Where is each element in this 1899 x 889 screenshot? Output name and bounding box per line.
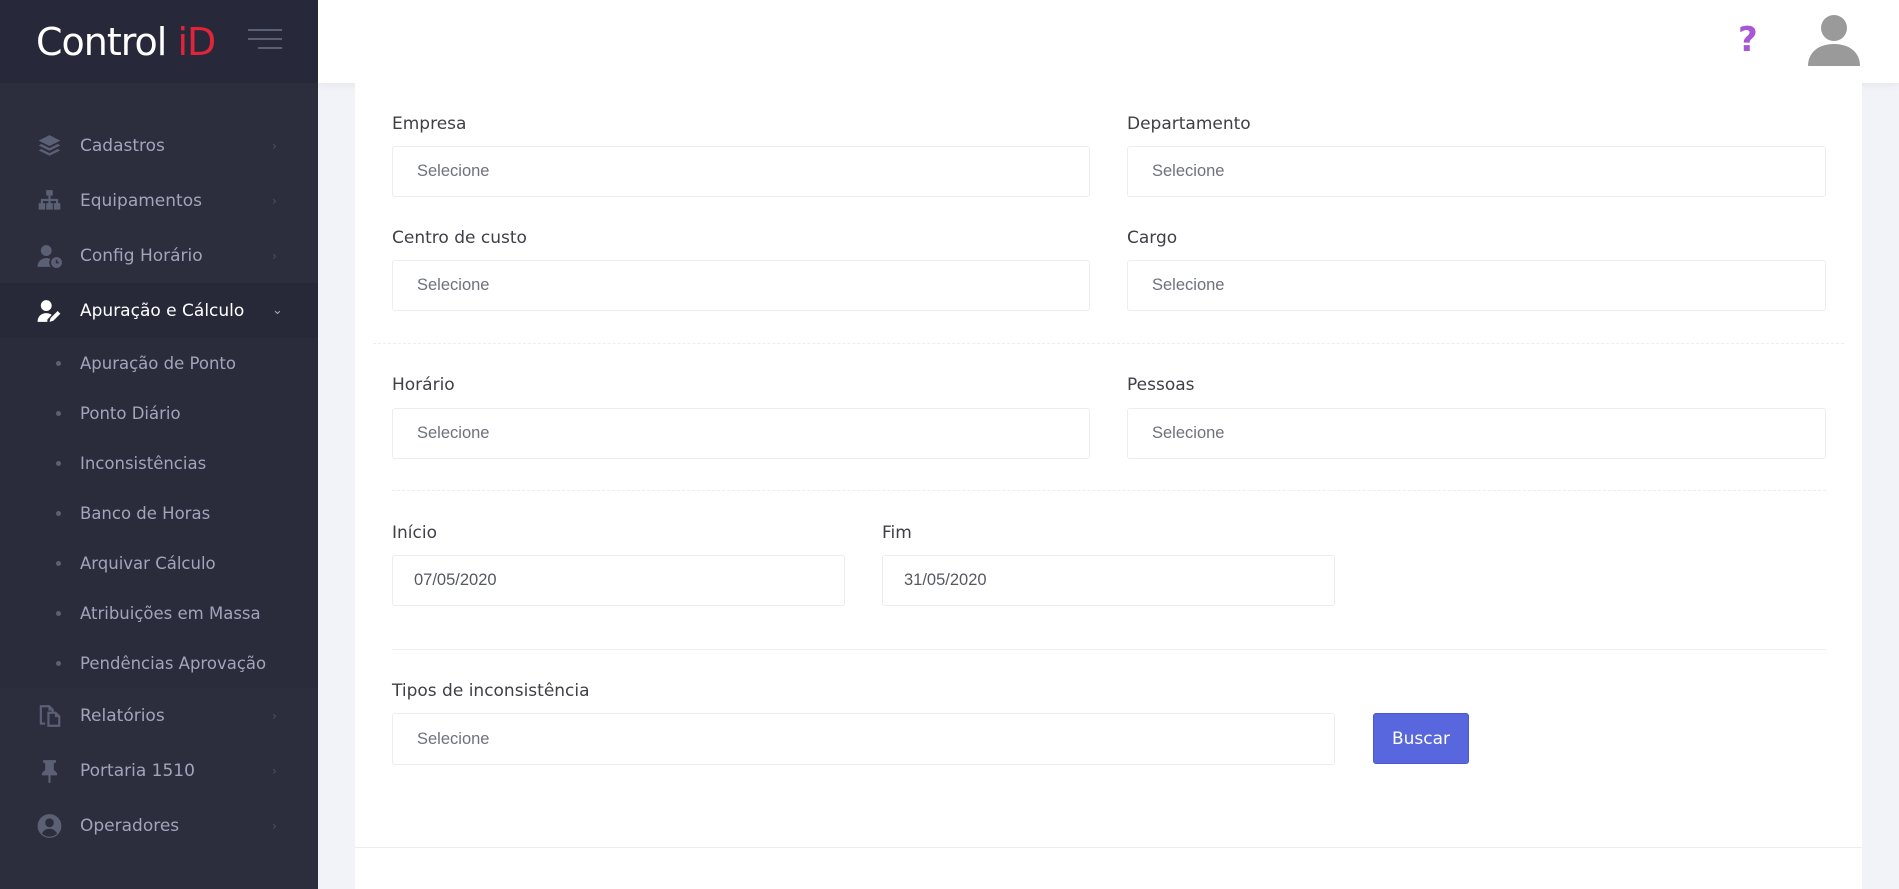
tipos-de-inconsistencia-placeholder: Selecione xyxy=(417,729,490,748)
fim-date-input[interactable]: 31/05/2020 xyxy=(882,555,1335,606)
sidebar-item-portaria-1510[interactable]: Portaria 1510 › xyxy=(0,743,318,798)
section-divider xyxy=(373,343,1844,344)
submenu-item-banco-de-horas[interactable]: Banco de Horas xyxy=(0,488,318,538)
files-icon xyxy=(39,705,61,727)
bullet-icon xyxy=(56,461,61,466)
question-mark-icon[interactable]: ? xyxy=(1738,20,1758,60)
top-header: ? xyxy=(318,0,1899,83)
chevron-down-icon: ⌄ xyxy=(272,303,283,318)
bullet-icon xyxy=(56,561,61,566)
horario-placeholder: Selecione xyxy=(417,424,490,442)
user-clock-icon xyxy=(37,245,62,268)
fim-value: 31/05/2020 xyxy=(904,571,987,589)
bullet-icon xyxy=(56,411,61,416)
submenu-item-label: Inconsistências xyxy=(80,453,207,473)
bullet-icon xyxy=(56,511,61,516)
filter-card: Empresa Selecione Departamento Selecione… xyxy=(355,83,1862,889)
bullet-icon xyxy=(56,361,61,366)
logo[interactable]: Control iD xyxy=(36,19,216,64)
empresa-select[interactable]: Selecione xyxy=(392,146,1090,197)
submenu-apuracao: Apuração de Ponto Ponto Diário Inconsist… xyxy=(0,338,318,688)
hamburger-menu-icon[interactable] xyxy=(248,29,282,51)
sidebar-item-label: Equipamentos xyxy=(80,190,202,211)
user-edit-icon xyxy=(37,300,61,322)
fim-label: Fim xyxy=(882,523,912,543)
submenu-item-atribuicoes-em-massa[interactable]: Atribuições em Massa xyxy=(0,588,318,638)
bullet-icon xyxy=(56,661,61,666)
layers-icon xyxy=(38,135,61,156)
sidebar-item-config-horario[interactable]: Config Horário › xyxy=(0,228,318,283)
section-divider xyxy=(392,490,1826,491)
submenu-item-inconsistencias[interactable]: Inconsistências xyxy=(0,438,318,488)
submenu-item-label: Apuração de Ponto xyxy=(80,353,236,373)
inicio-label: Início xyxy=(392,523,437,543)
sidebar-item-label: Portaria 1510 xyxy=(80,760,195,781)
logo-accent-text: iD xyxy=(177,19,216,64)
submenu-item-apuracao-de-ponto[interactable]: Apuração de Ponto xyxy=(0,338,318,388)
pessoas-label: Pessoas xyxy=(1127,375,1195,395)
pin-icon xyxy=(41,760,58,783)
departamento-select[interactable]: Selecione xyxy=(1127,146,1826,197)
submenu-item-pendencias-aprovacao[interactable]: Pendências Aprovação xyxy=(0,638,318,688)
cargo-label: Cargo xyxy=(1127,228,1178,248)
pessoas-placeholder: Selecione xyxy=(1152,424,1225,442)
chevron-right-icon: › xyxy=(272,763,277,778)
user-circle-icon xyxy=(37,814,62,838)
departamento-placeholder: Selecione xyxy=(1152,162,1225,180)
inicio-date-input[interactable]: 07/05/2020 xyxy=(392,555,845,606)
sitemap-icon xyxy=(38,190,61,210)
sidebar-item-operadores[interactable]: Operadores › xyxy=(0,798,318,853)
centro-de-custo-placeholder: Selecione xyxy=(417,276,490,294)
submenu-item-label: Pendências Aprovação xyxy=(80,653,267,673)
sidebar-item-label: Relatórios xyxy=(80,705,165,726)
tipos-de-inconsistencia-label: Tipos de inconsistência xyxy=(392,681,590,701)
centro-de-custo-select[interactable]: Selecione xyxy=(392,260,1090,311)
chevron-right-icon: › xyxy=(272,193,277,208)
sidebar-item-relatorios[interactable]: Relatórios › xyxy=(0,688,318,743)
cargo-select[interactable]: Selecione xyxy=(1127,260,1826,311)
sidebar-item-label: Config Horário xyxy=(80,245,203,266)
logo-text: Control xyxy=(36,19,178,64)
sidebar: Control iD Cadastros › Equipamentos › Co… xyxy=(0,0,318,889)
cargo-placeholder: Selecione xyxy=(1152,276,1225,294)
chevron-right-icon: › xyxy=(272,708,277,723)
user-avatar-icon[interactable] xyxy=(1804,12,1864,66)
bullet-icon xyxy=(56,611,61,616)
section-divider xyxy=(392,649,1826,650)
submenu-item-arquivar-calculo[interactable]: Arquivar Cálculo xyxy=(0,538,318,588)
sidebar-menu: Cadastros › Equipamentos › Config Horári… xyxy=(0,118,318,853)
sidebar-item-label: Apuração e Cálculo xyxy=(80,300,245,321)
centro-de-custo-label: Centro de custo xyxy=(392,228,527,248)
sidebar-item-equipamentos[interactable]: Equipamentos › xyxy=(0,173,318,228)
buscar-button[interactable]: Buscar xyxy=(1373,713,1469,764)
submenu-item-label: Atribuições em Massa xyxy=(80,603,261,623)
departamento-label: Departamento xyxy=(1127,114,1251,134)
submenu-item-label: Banco de Horas xyxy=(80,503,211,523)
sidebar-item-label: Operadores xyxy=(80,815,180,836)
submenu-item-label: Arquivar Cálculo xyxy=(80,553,216,573)
pessoas-select[interactable]: Selecione xyxy=(1127,408,1826,459)
submenu-item-label: Ponto Diário xyxy=(80,403,181,423)
submenu-item-ponto-diario[interactable]: Ponto Diário xyxy=(0,388,318,438)
card-footer-divider xyxy=(355,847,1862,848)
empresa-label: Empresa xyxy=(392,114,467,134)
chevron-right-icon: › xyxy=(272,818,277,833)
tipos-de-inconsistencia-select[interactable]: Selecione xyxy=(392,713,1335,765)
sidebar-item-cadastros[interactable]: Cadastros › xyxy=(0,118,318,173)
empresa-placeholder: Selecione xyxy=(417,162,490,180)
chevron-right-icon: › xyxy=(272,138,277,153)
sidebar-item-apuracao-calculo[interactable]: Apuração e Cálculo ⌄ xyxy=(0,283,318,338)
horario-select[interactable]: Selecione xyxy=(392,408,1090,459)
horario-label: Horário xyxy=(392,375,455,395)
chevron-right-icon: › xyxy=(272,248,277,263)
inicio-value: 07/05/2020 xyxy=(414,571,497,589)
sidebar-item-label: Cadastros xyxy=(80,135,165,156)
brand-bar: Control iD xyxy=(0,0,318,83)
